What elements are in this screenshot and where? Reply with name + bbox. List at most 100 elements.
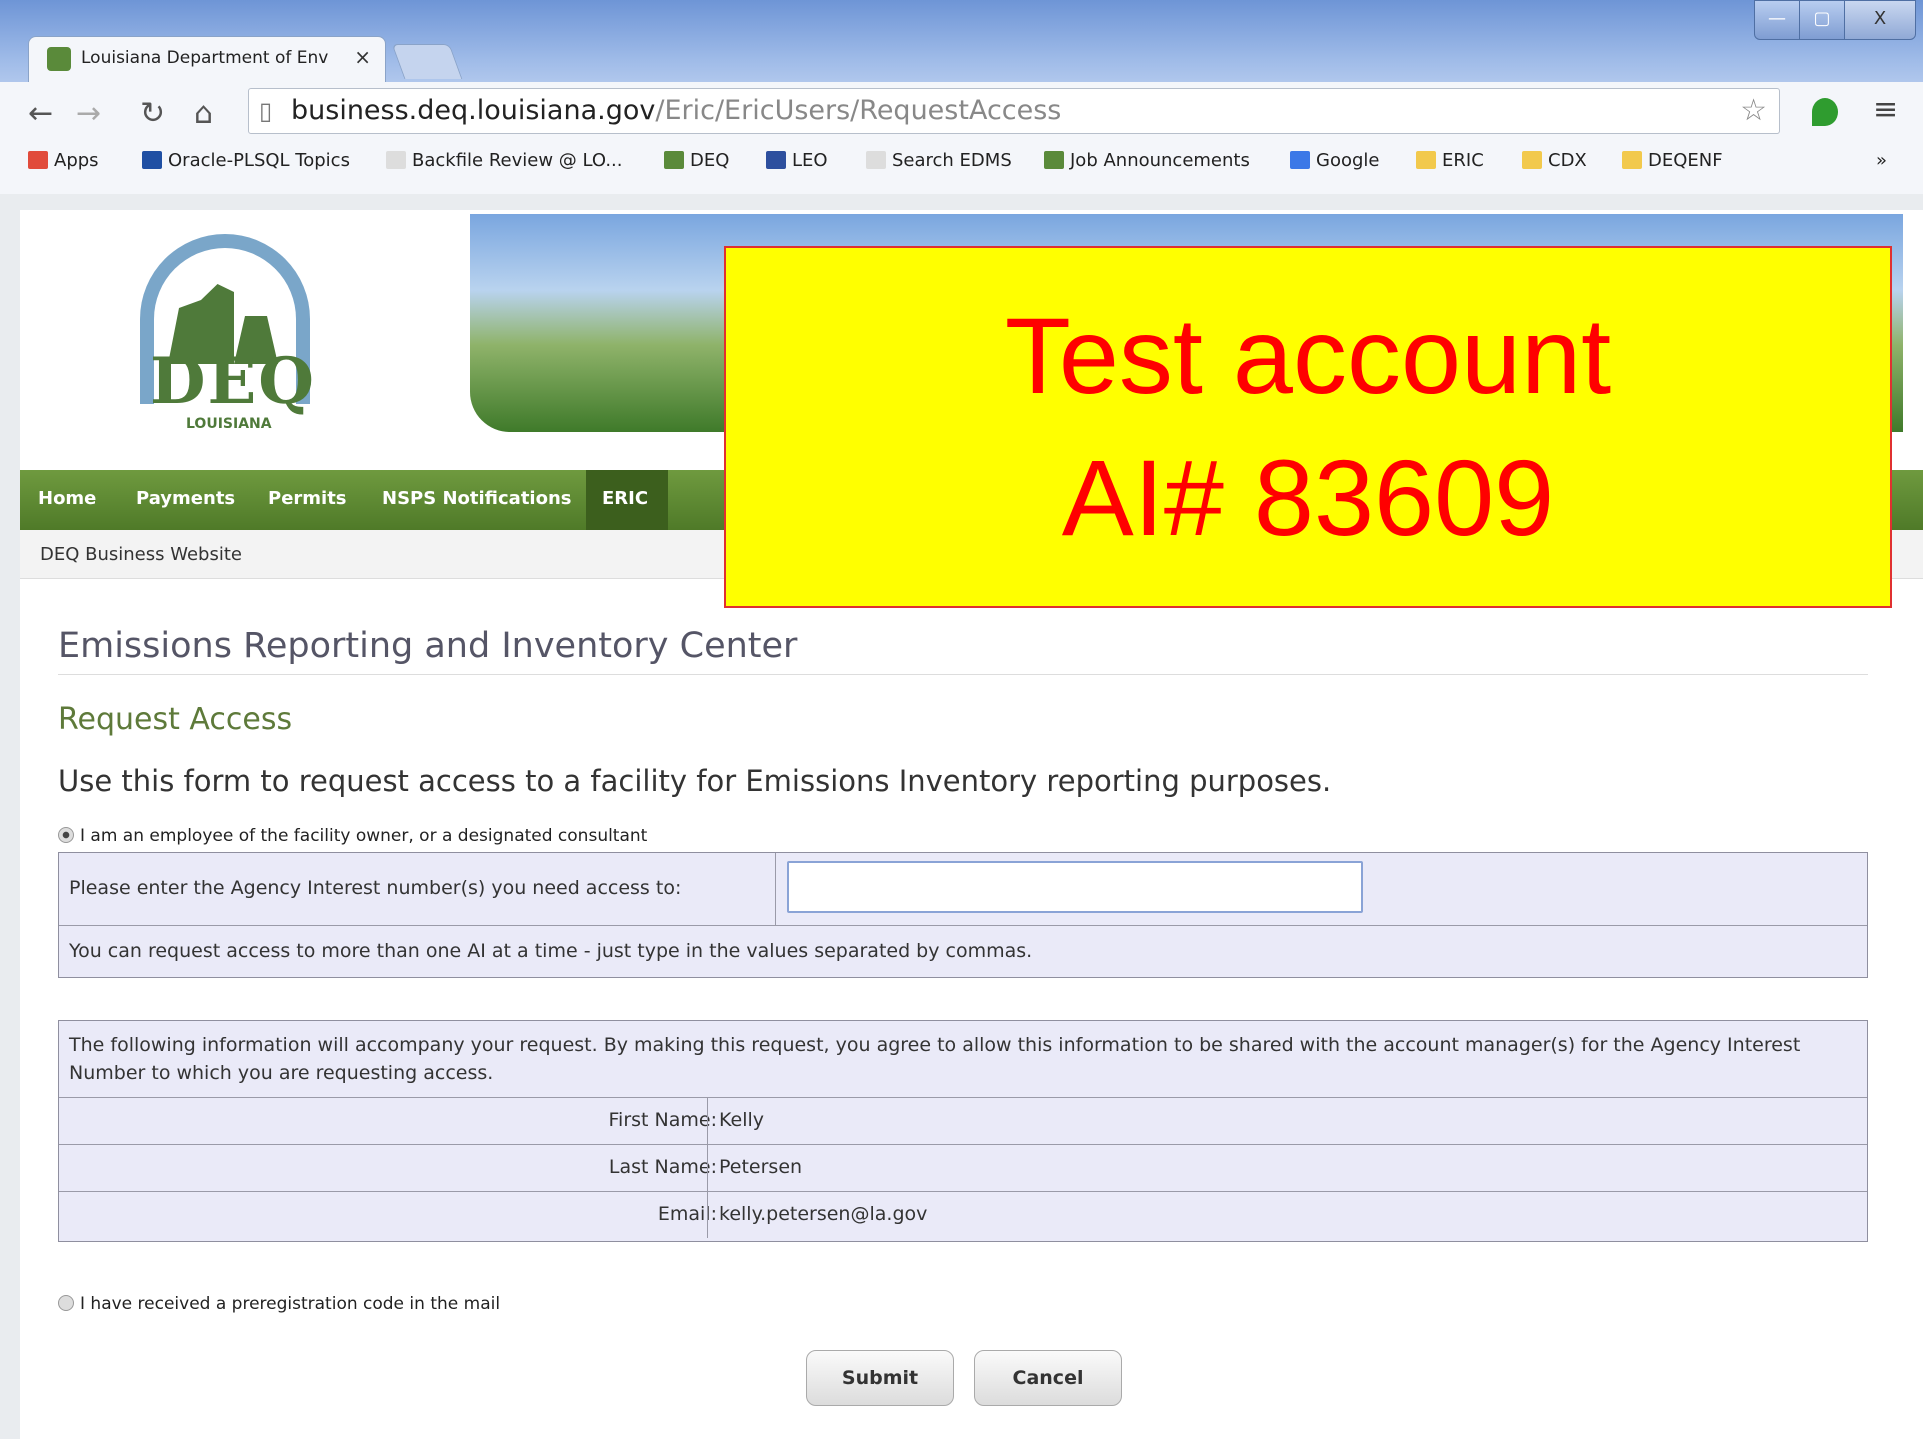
bookmark-leo[interactable]: LEO [766, 150, 828, 171]
cancel-button[interactable]: Cancel [974, 1350, 1122, 1406]
table-row: Please enter the Agency Interest number(… [59, 853, 1867, 925]
page-icon [386, 151, 406, 169]
nav-payments[interactable]: Payments [136, 488, 235, 509]
browser-tab[interactable]: Louisiana Department of Env × [28, 36, 386, 83]
bookmark-backfile[interactable]: Backfile Review @ LO... [386, 150, 623, 171]
folder-icon [1416, 151, 1436, 169]
folder-icon [1622, 151, 1642, 169]
first-name-label: First Name: [608, 1109, 717, 1131]
bookmark-label: Oracle-PLSQL Topics [168, 150, 350, 171]
reload-icon[interactable]: ↻ [140, 96, 165, 131]
minimize-button[interactable]: — [1754, 0, 1800, 40]
bookmarks-bar: Apps Oracle-PLSQL Topics Backfile Review… [0, 144, 1923, 180]
url-path: /Eric/EricUsers/RequestAccess [655, 95, 1062, 126]
bookmark-label: Job Announcements [1070, 150, 1250, 171]
employee-option[interactable]: I am an employee of the facility owner, … [58, 826, 647, 846]
bookmark-apps[interactable]: Apps [28, 150, 99, 171]
ai-request-table: Please enter the Agency Interest number(… [58, 852, 1868, 978]
leo-icon [766, 151, 786, 169]
first-name-value: Kelly [719, 1109, 765, 1131]
logo-subtext: LOUISIANA [186, 416, 272, 432]
bookmark-label: LEO [792, 150, 828, 171]
close-window-button[interactable]: X [1844, 0, 1916, 40]
bookmark-cdx[interactable]: CDX [1522, 150, 1587, 171]
folder-icon [1522, 151, 1542, 169]
evernote-extension-icon[interactable] [1812, 98, 1838, 126]
table-row: First Name: Kelly [59, 1097, 1867, 1144]
table-row: The following information will accompany… [59, 1021, 1867, 1097]
email-value: kelly.petersen@la.gov [719, 1203, 928, 1225]
page-title: Emissions Reporting and Inventory Center [58, 626, 1868, 675]
bookmark-job-announcements[interactable]: Job Announcements [1044, 150, 1250, 171]
address-bar[interactable]: ▯ business.deq.louisiana.gov/Eric/EricUs… [248, 88, 1780, 134]
bookmark-label: Backfile Review @ LO... [412, 150, 623, 171]
intro-text: Use this form to request access to a fac… [58, 764, 1332, 798]
ai-number-input[interactable] [787, 861, 1363, 913]
deq-icon [1044, 151, 1064, 169]
nav-nsps-notifications[interactable]: NSPS Notifications [382, 488, 571, 509]
logo-text: DEQ [150, 344, 317, 419]
employee-option-label: I am an employee of the facility owner, … [80, 826, 648, 846]
email-label: Email: [657, 1203, 717, 1225]
new-tab-button[interactable] [391, 44, 463, 79]
table-row: Last Name: Petersen [59, 1144, 1867, 1191]
maximize-button[interactable]: ▢ [1799, 0, 1845, 40]
tab-title: Louisiana Department of Env [81, 48, 329, 68]
chrome-menu-icon[interactable]: ≡ [1873, 92, 1898, 127]
deq-favicon-icon [47, 47, 71, 71]
cell-divider [775, 853, 776, 925]
preregistration-option[interactable]: I have received a preregistration code i… [58, 1294, 500, 1314]
section-title: Request Access [58, 702, 293, 737]
preregistration-radio[interactable] [58, 1295, 74, 1311]
preregistration-option-label: I have received a preregistration code i… [80, 1294, 501, 1314]
browser-window: Louisiana Department of Env × — ▢ X ← → … [0, 0, 1923, 1439]
bookmark-label: Google [1316, 150, 1380, 171]
nav-permits[interactable]: Permits [268, 488, 347, 509]
submit-button[interactable]: Submit [806, 1350, 954, 1406]
table-row: You can request access to more than one … [59, 925, 1867, 978]
bookmark-star-icon[interactable]: ☆ [1740, 93, 1767, 128]
annotation-line1: Test account [1004, 295, 1612, 416]
t-icon [142, 151, 162, 169]
url-host: business.deq.louisiana.gov [291, 95, 656, 126]
browser-toolbar: ← → ↻ ⌂ ▯ business.deq.louisiana.gov/Eri… [0, 82, 1923, 194]
table-row: Email: kelly.petersen@la.gov [59, 1191, 1867, 1238]
bookmark-label: ERIC [1442, 150, 1484, 171]
back-icon[interactable]: ← [28, 96, 53, 131]
url-text: business.deq.louisiana.gov/Eric/EricUser… [291, 95, 1061, 126]
deq-logo[interactable]: DEQ LOUISIANA [130, 234, 330, 434]
cell-divider [707, 1145, 708, 1191]
bookmark-deq[interactable]: DEQ [664, 150, 729, 171]
bookmark-label: Apps [54, 150, 99, 171]
deq-icon [664, 151, 684, 169]
bookmark-label: CDX [1548, 150, 1587, 171]
breadcrumb-label[interactable]: DEQ Business Website [40, 544, 242, 565]
user-info-table: The following information will accompany… [58, 1020, 1868, 1242]
bookmark-label: Search EDMS [892, 150, 1012, 171]
nav-home[interactable]: Home [38, 488, 96, 509]
page-icon [866, 151, 886, 169]
bookmark-deqenf[interactable]: DEQENF [1622, 150, 1723, 171]
bookmark-label: DEQ [690, 150, 730, 171]
forward-icon[interactable]: → [76, 96, 101, 131]
home-icon[interactable]: ⌂ [194, 96, 213, 131]
bookmark-search-edms[interactable]: Search EDMS [866, 150, 1012, 171]
bookmarks-more-button[interactable]: » [1876, 150, 1887, 171]
test-account-annotation: Test account AI# 83609 [724, 246, 1892, 608]
last-name-label: Last Name: [608, 1156, 717, 1178]
bookmark-oracle[interactable]: Oracle-PLSQL Topics [142, 150, 350, 171]
bookmark-google[interactable]: Google [1290, 150, 1379, 171]
page-viewport: DEQ LOUISIANA Home Payments Permits NSPS… [0, 194, 1923, 1439]
cell-divider [707, 1192, 708, 1238]
last-name-value: Petersen [719, 1156, 803, 1178]
cell-divider [707, 1098, 708, 1144]
ai-label: Please enter the Agency Interest number(… [69, 877, 682, 899]
page-icon: ▯ [259, 97, 273, 125]
nav-eric[interactable]: ERIC [602, 488, 648, 509]
bookmark-eric[interactable]: ERIC [1416, 150, 1484, 171]
info-lead-text: The following information will accompany… [69, 1034, 1801, 1084]
employee-radio[interactable] [58, 827, 74, 843]
google-icon [1290, 151, 1310, 169]
ai-hint: You can request access to more than one … [69, 940, 1033, 962]
tab-close-icon[interactable]: × [354, 45, 371, 69]
